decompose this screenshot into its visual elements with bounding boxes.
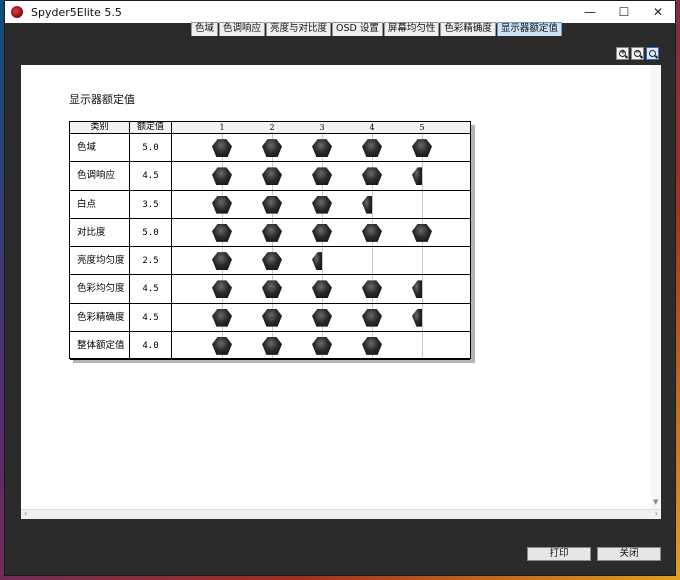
app-window: Spyder5Elite 5.5 — ☐ ✕ 色域 色调响应 亮度与对比度 OSD 设…	[4, 0, 676, 576]
scroll-down-arrow-icon[interactable]: ▼	[653, 498, 658, 506]
scroll-left-arrow-icon[interactable]: ‹	[24, 509, 27, 518]
zoom-fit-button[interactable]	[646, 47, 659, 60]
category-cell: 色彩均匀度	[70, 275, 130, 303]
zoom-out-button[interactable]: −	[631, 47, 644, 60]
horizontal-scrollbar[interactable]: ‹ ›	[21, 509, 661, 519]
category-cell: 色域	[70, 134, 130, 162]
rating-cell: 4.0	[130, 331, 172, 359]
window-controls: — ☐ ✕	[573, 1, 675, 23]
category-cell: 整体额定值	[70, 331, 130, 359]
scroll-right-arrow-icon[interactable]: ›	[655, 509, 658, 518]
header-category: 类别	[70, 122, 130, 133]
tab-0[interactable]: 色域	[191, 22, 219, 36]
rating-cell: 5.0	[130, 134, 172, 162]
zoom-symbol: −	[635, 48, 641, 56]
rating-cell: 4.5	[130, 303, 172, 331]
zoom-symbol: +	[620, 48, 626, 56]
header-scale-4: 4	[369, 123, 375, 132]
rating-cell: 3.5	[130, 190, 172, 218]
maximize-button[interactable]: ☐	[607, 1, 641, 23]
dialog-buttons: 打印 关闭	[527, 547, 661, 561]
tab-6[interactable]: 显示器额定值	[496, 22, 562, 36]
close-button[interactable]: 关闭	[597, 547, 661, 561]
spyder-logo-icon	[11, 6, 23, 18]
zoom-in-button[interactable]: +	[616, 47, 629, 60]
rating-cell: 2.5	[130, 247, 172, 275]
report-page: 显示器额定值 类别 额定值 12345 色域 5.0 色调响应 4.5 白点 3.5 对比度…	[21, 65, 661, 509]
tab-4[interactable]: 屏幕均匀性	[383, 22, 440, 36]
tab-2[interactable]: 亮度与对比度	[266, 22, 332, 36]
tab-5[interactable]: 色彩精确度	[440, 22, 496, 36]
tab-3[interactable]: OSD 设置	[332, 22, 383, 36]
minimize-button[interactable]: —	[573, 1, 607, 23]
title-bar: Spyder5Elite 5.5 — ☐ ✕	[5, 1, 675, 23]
category-cell: 色彩精确度	[70, 303, 130, 331]
zoom-toolbar: + −	[616, 47, 659, 60]
report-tabs: 色域 色调响应 亮度与对比度 OSD 设置 屏幕均匀性 色彩精确度 显示器额定值	[191, 22, 563, 36]
print-button[interactable]: 打印	[527, 547, 591, 561]
header-rating: 额定值	[130, 122, 172, 133]
report-title: 显示器额定值	[69, 93, 135, 106]
rating-cell: 4.5	[130, 275, 172, 303]
header-scale-2: 2	[269, 123, 275, 132]
category-cell: 对比度	[70, 218, 130, 246]
category-cell: 色调响应	[70, 162, 130, 190]
rating-cell: 4.5	[130, 162, 172, 190]
rating-cell: 5.0	[130, 218, 172, 246]
vertical-scrollbar[interactable]: ▼	[651, 65, 661, 509]
header-scale-3: 3	[319, 123, 325, 132]
category-cell: 亮度均匀度	[70, 247, 130, 275]
category-cell: 白点	[70, 190, 130, 218]
rating-table: 类别 额定值 12345 色域 5.0 色调响应 4.5 白点 3.5 对比度 5.0 亮度均匀…	[69, 121, 471, 360]
window-title: Spyder5Elite 5.5	[31, 5, 122, 19]
tab-1[interactable]: 色调响应	[219, 22, 266, 36]
table-header: 类别 额定值 1 2 3 4 5	[70, 122, 470, 134]
header-scale-5: 5	[419, 123, 425, 132]
close-window-button[interactable]: ✕	[641, 1, 675, 23]
header-scale-1: 1	[219, 123, 225, 132]
